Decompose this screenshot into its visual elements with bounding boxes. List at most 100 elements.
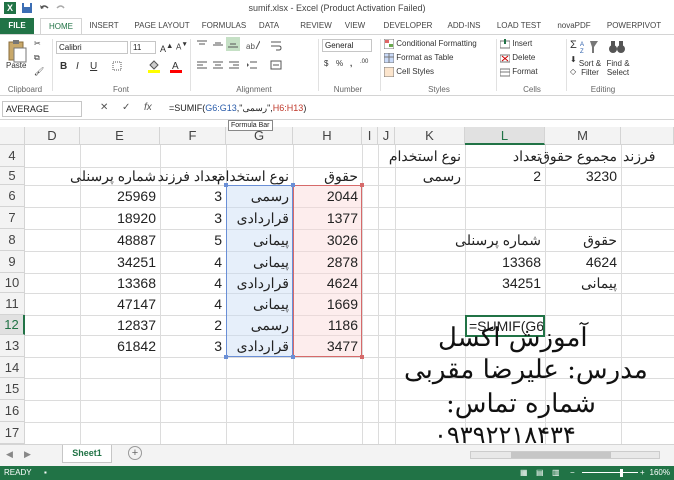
- cell-f8[interactable]: 5: [160, 229, 226, 251]
- cell-m10[interactable]: پیمانی: [545, 273, 621, 293]
- cell-h13[interactable]: 3477: [293, 335, 362, 357]
- tab-load-test[interactable]: LOAD TEST: [494, 18, 544, 34]
- font-color-icon[interactable]: A: [170, 59, 182, 75]
- row-header-4[interactable]: 4: [0, 145, 25, 167]
- zoom-slider-thumb[interactable]: [620, 469, 623, 477]
- cell-f11[interactable]: 4: [160, 293, 226, 315]
- align-top-icon[interactable]: [196, 39, 208, 53]
- fill-color-icon[interactable]: [148, 59, 160, 75]
- new-sheet-button[interactable]: +: [128, 446, 142, 460]
- cell-e7[interactable]: 18920: [80, 207, 160, 229]
- find-select-button[interactable]: [608, 39, 626, 57]
- tab-powerpivot[interactable]: POWERPIVOT: [604, 18, 664, 34]
- cell-m8[interactable]: حقوق: [545, 229, 621, 251]
- grow-font-icon[interactable]: A▲: [160, 41, 173, 54]
- name-box[interactable]: AVERAGE: [2, 101, 82, 117]
- row-header-14[interactable]: 14: [0, 357, 25, 378]
- cell-e9[interactable]: 34251: [80, 251, 160, 273]
- scrollbar-thumb[interactable]: [511, 452, 611, 458]
- cell-f10[interactable]: 4: [160, 273, 226, 293]
- delete-cells-button[interactable]: Delete: [500, 53, 535, 63]
- copy-icon[interactable]: ⧉: [34, 53, 40, 63]
- cell-e11[interactable]: 47147: [80, 293, 160, 315]
- cell-g12[interactable]: رسمی: [226, 315, 293, 335]
- cell-h5[interactable]: حقوق: [293, 167, 362, 185]
- conditional-formatting-button[interactable]: Conditional Formatting: [384, 39, 477, 49]
- row-header-16[interactable]: 16: [0, 400, 25, 422]
- tab-page-layout[interactable]: PAGE LAYOUT: [128, 18, 196, 34]
- tab-novapdf[interactable]: novaPDF: [554, 18, 594, 34]
- cell-l4[interactable]: تعداد: [465, 145, 545, 167]
- percent-icon[interactable]: %: [336, 59, 343, 68]
- autosum-icon[interactable]: Σ: [570, 39, 577, 51]
- tab-developer[interactable]: DEVELOPER: [382, 18, 434, 34]
- zoom-level[interactable]: 160%: [650, 466, 670, 480]
- column-header-h[interactable]: H: [293, 127, 362, 145]
- row-header-8[interactable]: 8: [0, 229, 25, 251]
- column-header-l[interactable]: L: [465, 127, 545, 145]
- cell-e6[interactable]: 25969: [80, 185, 160, 207]
- tab-file[interactable]: FILE: [0, 18, 34, 34]
- cell-h11[interactable]: 1669: [293, 293, 362, 315]
- normal-view-icon[interactable]: ▦: [520, 466, 528, 480]
- cell-e10[interactable]: 13368: [80, 273, 160, 293]
- align-middle-icon[interactable]: [212, 39, 224, 53]
- select-all-corner[interactable]: [0, 127, 25, 145]
- currency-icon[interactable]: $: [324, 59, 328, 68]
- cell-g5[interactable]: نوع استخدام: [217, 167, 293, 185]
- cell-h9[interactable]: 2878: [293, 251, 362, 273]
- cell-k4[interactable]: نوع استخدام: [389, 145, 465, 167]
- enter-icon[interactable]: ✓: [122, 102, 130, 113]
- bold-icon[interactable]: B: [60, 61, 67, 72]
- cell-h12[interactable]: 1186: [293, 315, 362, 335]
- column-header-f[interactable]: F: [160, 127, 226, 145]
- tab-add-ins[interactable]: ADD-INS: [442, 18, 486, 34]
- merge-center-icon[interactable]: [270, 59, 282, 73]
- column-header-d[interactable]: D: [25, 127, 80, 145]
- insert-function-icon[interactable]: fx: [144, 102, 152, 113]
- cell-h10[interactable]: 4624: [293, 273, 362, 293]
- row-header-13[interactable]: 13: [0, 335, 25, 357]
- cell-g11[interactable]: پیمانی: [226, 293, 293, 315]
- font-size-select[interactable]: 11: [130, 41, 156, 54]
- cell-h8[interactable]: 3026: [293, 229, 362, 251]
- cell-styles-button[interactable]: Cell Styles: [384, 67, 434, 77]
- cell-g7[interactable]: قراردادی: [226, 207, 293, 229]
- row-header-10[interactable]: 10: [0, 273, 25, 293]
- row-header-17[interactable]: 17: [0, 422, 25, 444]
- shrink-font-icon[interactable]: A▼: [176, 41, 188, 52]
- borders-icon[interactable]: [112, 61, 122, 73]
- zoom-slider[interactable]: [582, 472, 638, 473]
- cell-l5[interactable]: 2: [465, 167, 545, 185]
- cell-f9[interactable]: 4: [160, 251, 226, 273]
- cell-e13[interactable]: 61842: [80, 335, 160, 357]
- tab-review[interactable]: REVIEW: [296, 18, 336, 34]
- align-bottom-icon[interactable]: [226, 37, 240, 51]
- format-as-table-button[interactable]: Format as Table: [384, 53, 453, 63]
- row-header-9[interactable]: 9: [0, 251, 25, 273]
- format-painter-icon[interactable]: 🖌: [34, 67, 44, 76]
- cell-f12[interactable]: 2: [160, 315, 226, 335]
- align-right-icon[interactable]: [228, 59, 240, 73]
- number-format-select[interactable]: General: [322, 39, 372, 52]
- cell-m4[interactable]: مجموع حقوق: [539, 145, 621, 167]
- cell-e5[interactable]: شماره پرسنلی: [70, 167, 160, 185]
- cell-e8[interactable]: 48887: [80, 229, 160, 251]
- cancel-icon[interactable]: ✕: [100, 102, 108, 113]
- cell-m9[interactable]: 4624: [545, 251, 621, 273]
- formula-input[interactable]: =SUMIF(G6:G13,"رسمی",H6:H13): [166, 101, 672, 117]
- cell-f7[interactable]: 3: [160, 207, 226, 229]
- cell-f6[interactable]: 3: [160, 185, 226, 207]
- underline-icon[interactable]: U: [90, 61, 97, 72]
- wrap-text-icon[interactable]: [270, 39, 282, 53]
- cell-g9[interactable]: پیمانی: [226, 251, 293, 273]
- tab-data[interactable]: DATA: [254, 18, 284, 34]
- row-header-11[interactable]: 11: [0, 293, 25, 315]
- cell-n4[interactable]: فرزند: [621, 145, 674, 167]
- sheet-tab-sheet1[interactable]: Sheet1: [62, 445, 112, 463]
- zoom-in-icon[interactable]: +: [640, 466, 645, 480]
- row-header-6[interactable]: 6: [0, 185, 25, 207]
- orientation-icon[interactable]: ab: [246, 39, 261, 53]
- row-header-5[interactable]: 5: [0, 167, 25, 185]
- font-name-select[interactable]: Calibri: [56, 41, 128, 54]
